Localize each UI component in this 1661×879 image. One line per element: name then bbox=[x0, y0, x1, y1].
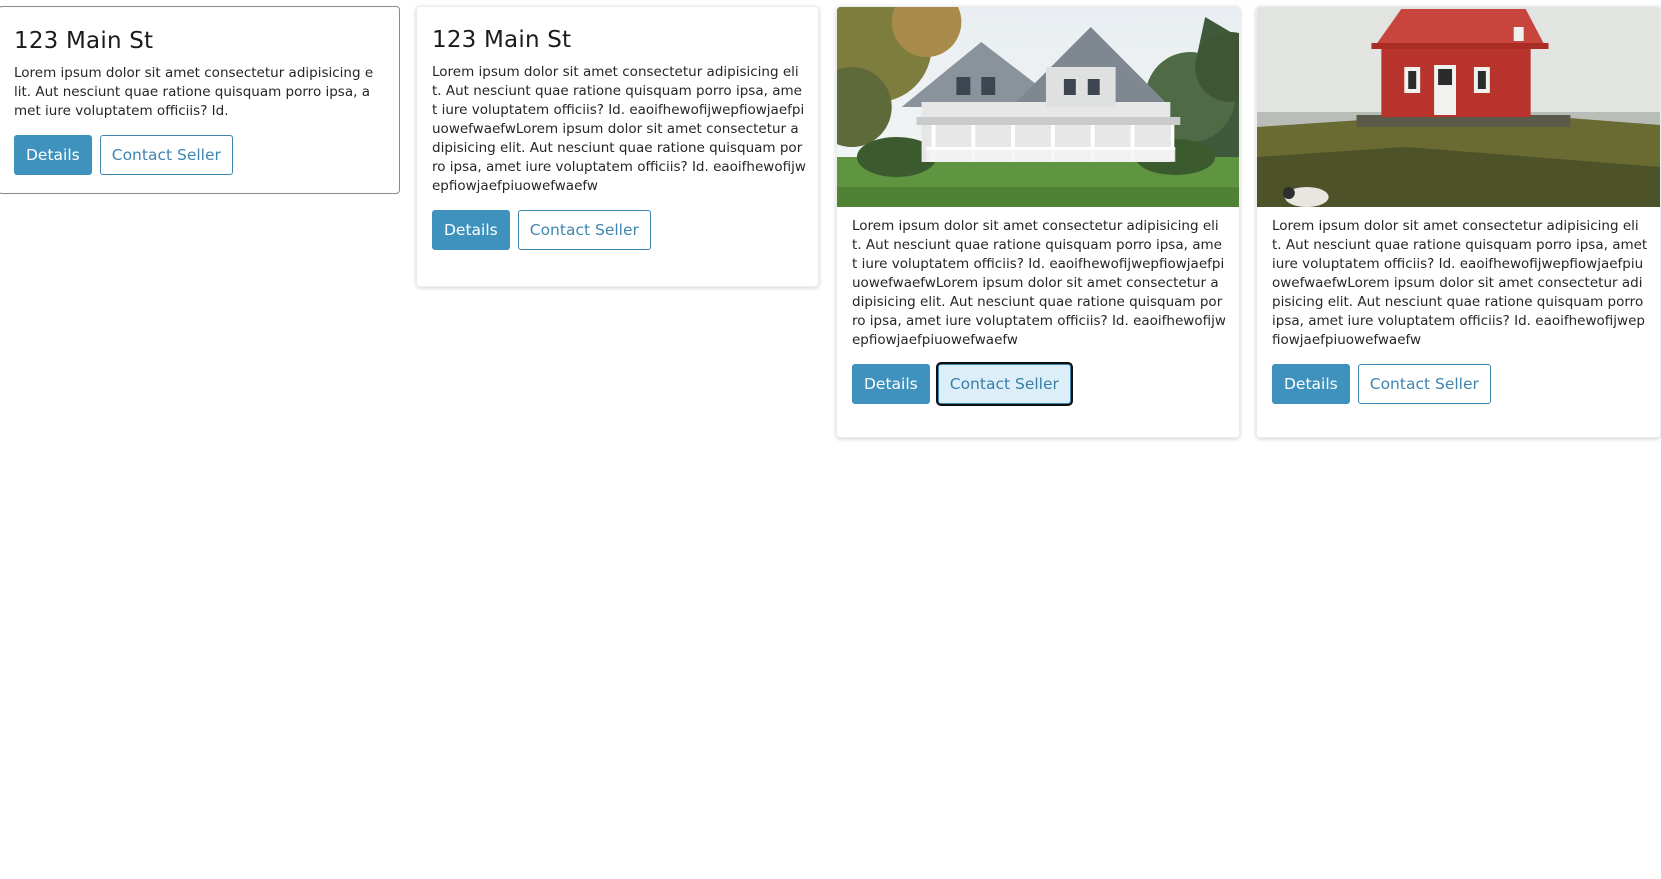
details-button[interactable]: Details bbox=[1272, 364, 1350, 404]
card-description: Lorem ipsum dolor sit amet consectetur a… bbox=[1272, 218, 1648, 348]
contact-seller-button[interactable]: Contact Seller bbox=[517, 210, 651, 250]
cabin-photo bbox=[1257, 7, 1660, 207]
listing-card-2: 123 Main St Lorem ipsum dolor sit amet c… bbox=[416, 6, 819, 287]
details-button[interactable]: Details bbox=[432, 210, 510, 250]
card-title: 123 Main St bbox=[14, 28, 154, 54]
contact-seller-button[interactable]: Contact Seller bbox=[937, 364, 1071, 404]
house-photo bbox=[837, 7, 1239, 207]
contact-seller-button[interactable]: Contact Seller bbox=[99, 135, 233, 175]
card-title: 123 Main St bbox=[432, 27, 572, 53]
contact-seller-button[interactable]: Contact Seller bbox=[1357, 364, 1491, 404]
listing-card-3: Lorem ipsum dolor sit amet consectetur a… bbox=[836, 6, 1240, 438]
card-description: Lorem ipsum dolor sit amet consectetur a… bbox=[432, 64, 806, 194]
details-button[interactable]: Details bbox=[14, 135, 92, 175]
listing-card-4: Lorem ipsum dolor sit amet consectetur a… bbox=[1256, 6, 1661, 438]
card-description: Lorem ipsum dolor sit amet consectetur a… bbox=[14, 65, 374, 119]
listing-card-1: 123 Main St Lorem ipsum dolor sit amet c… bbox=[0, 6, 400, 194]
details-button[interactable]: Details bbox=[852, 364, 930, 404]
card-description: Lorem ipsum dolor sit amet consectetur a… bbox=[852, 218, 1226, 348]
